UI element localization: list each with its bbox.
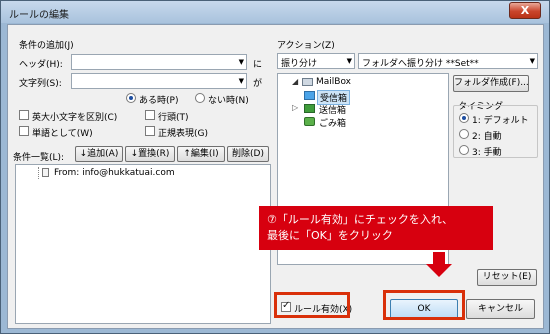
dropdown-arrow-icon: ▼	[346, 57, 352, 65]
condition-list[interactable]: From: info@hukkatuai.com	[15, 164, 271, 324]
string-suffix: が	[253, 79, 263, 89]
instruction-line-1: ⑦「ルール有効」にチェックを入れ、	[267, 213, 453, 226]
tree-item-trash[interactable]: ごみ箱	[319, 116, 346, 129]
check-line-start[interactable]	[145, 110, 155, 120]
radio-absent-label: ない時(N)	[208, 96, 249, 106]
rule-edit-dialog: ルールの編集 X 条件の追加(J) ヘッダ(H): ▼ に 文字列(S): ▼ …	[0, 0, 550, 334]
radio-present-label: ある時(P)	[139, 96, 179, 106]
check-line-label: 行頭(T)	[158, 113, 189, 123]
close-button[interactable]: X	[509, 2, 541, 19]
window-title: ルールの編集	[9, 10, 69, 21]
condition-list-label: 条件一覧(L):	[13, 153, 65, 163]
title-bar[interactable]: ルールの編集 X	[1, 1, 549, 23]
check-word-label: 単語として(W)	[32, 129, 93, 139]
string-combo[interactable]: ▼	[71, 73, 247, 89]
header-suffix: に	[253, 60, 263, 70]
expand-icon[interactable]: ▷	[292, 103, 298, 112]
dropdown-arrow-icon: ▼	[529, 57, 535, 65]
reset-button[interactable]: リセット(E)	[477, 269, 537, 286]
check-regex-label: 正規表現(G)	[158, 129, 208, 139]
tree-root-mailbox[interactable]: MailBox	[316, 77, 351, 87]
arrow-down-head-icon	[426, 264, 452, 277]
header-combo[interactable]: ▼	[71, 54, 247, 70]
replace-condition-button[interactable]: ↓置換(R)	[125, 146, 175, 162]
dialog-body: 条件の追加(J) ヘッダ(H): ▼ に 文字列(S): ▼ が ある時(P) …	[7, 24, 544, 329]
trash-icon	[304, 117, 315, 126]
action-label: アクション(Z)	[277, 41, 335, 51]
action-type-combo[interactable]: 振り分け ▼	[277, 53, 355, 69]
instruction-callout: ⑦「ルール有効」にチェックを入れ、 最後に「OK」をクリック	[259, 206, 493, 250]
delete-condition-button[interactable]: 削除(D)	[227, 146, 269, 162]
dropdown-arrow-icon: ▼	[238, 77, 244, 85]
timing-radio-manual[interactable]	[459, 145, 469, 155]
tree-line	[38, 167, 40, 179]
instruction-line-2: 最後に「OK」をクリック	[267, 229, 393, 242]
check-whole-word[interactable]	[19, 126, 29, 136]
action-folder-combo[interactable]: フォルダへ振り分け **Set** ▼	[358, 53, 538, 69]
collapse-icon[interactable]: ◢	[292, 77, 298, 86]
dropdown-arrow-icon: ▼	[238, 58, 244, 66]
arrow-down-icon	[433, 252, 445, 264]
tree-item-outbox[interactable]: 送信箱	[319, 103, 346, 116]
cancel-button[interactable]: キャンセル	[466, 299, 535, 319]
mailbox-icon	[302, 78, 313, 86]
timing-option-manual: 3: 手動	[472, 148, 502, 158]
condition-icon	[42, 168, 49, 177]
edit-condition-button[interactable]: ↑編集(I)	[177, 146, 225, 162]
timing-option-default: 1: デフォルト	[472, 116, 529, 126]
timing-radio-default[interactable]	[459, 113, 469, 123]
check-regex[interactable]	[145, 126, 155, 136]
string-label: 文字列(S):	[19, 79, 62, 89]
create-folder-button[interactable]: フォルダ作成(F)...	[453, 75, 529, 92]
radio-absent[interactable]	[195, 93, 205, 103]
timing-option-auto: 2: 自動	[472, 132, 502, 142]
add-condition-button[interactable]: ↓追加(A)	[75, 146, 123, 162]
check-case-label: 英大小文字を区別(C)	[32, 113, 118, 123]
condition-list-item[interactable]: From: info@hukkatuai.com	[54, 168, 175, 178]
header-label: ヘッダ(H):	[19, 60, 63, 70]
inbox-icon	[304, 91, 315, 100]
radio-present[interactable]	[126, 93, 136, 103]
timing-radio-auto[interactable]	[459, 129, 469, 139]
conditions-section-label: 条件の追加(J)	[19, 41, 74, 51]
outbox-icon	[304, 104, 315, 113]
check-case-sensitive[interactable]	[19, 110, 29, 120]
highlight-rule-enabled	[274, 292, 350, 318]
highlight-ok-button	[383, 290, 465, 320]
